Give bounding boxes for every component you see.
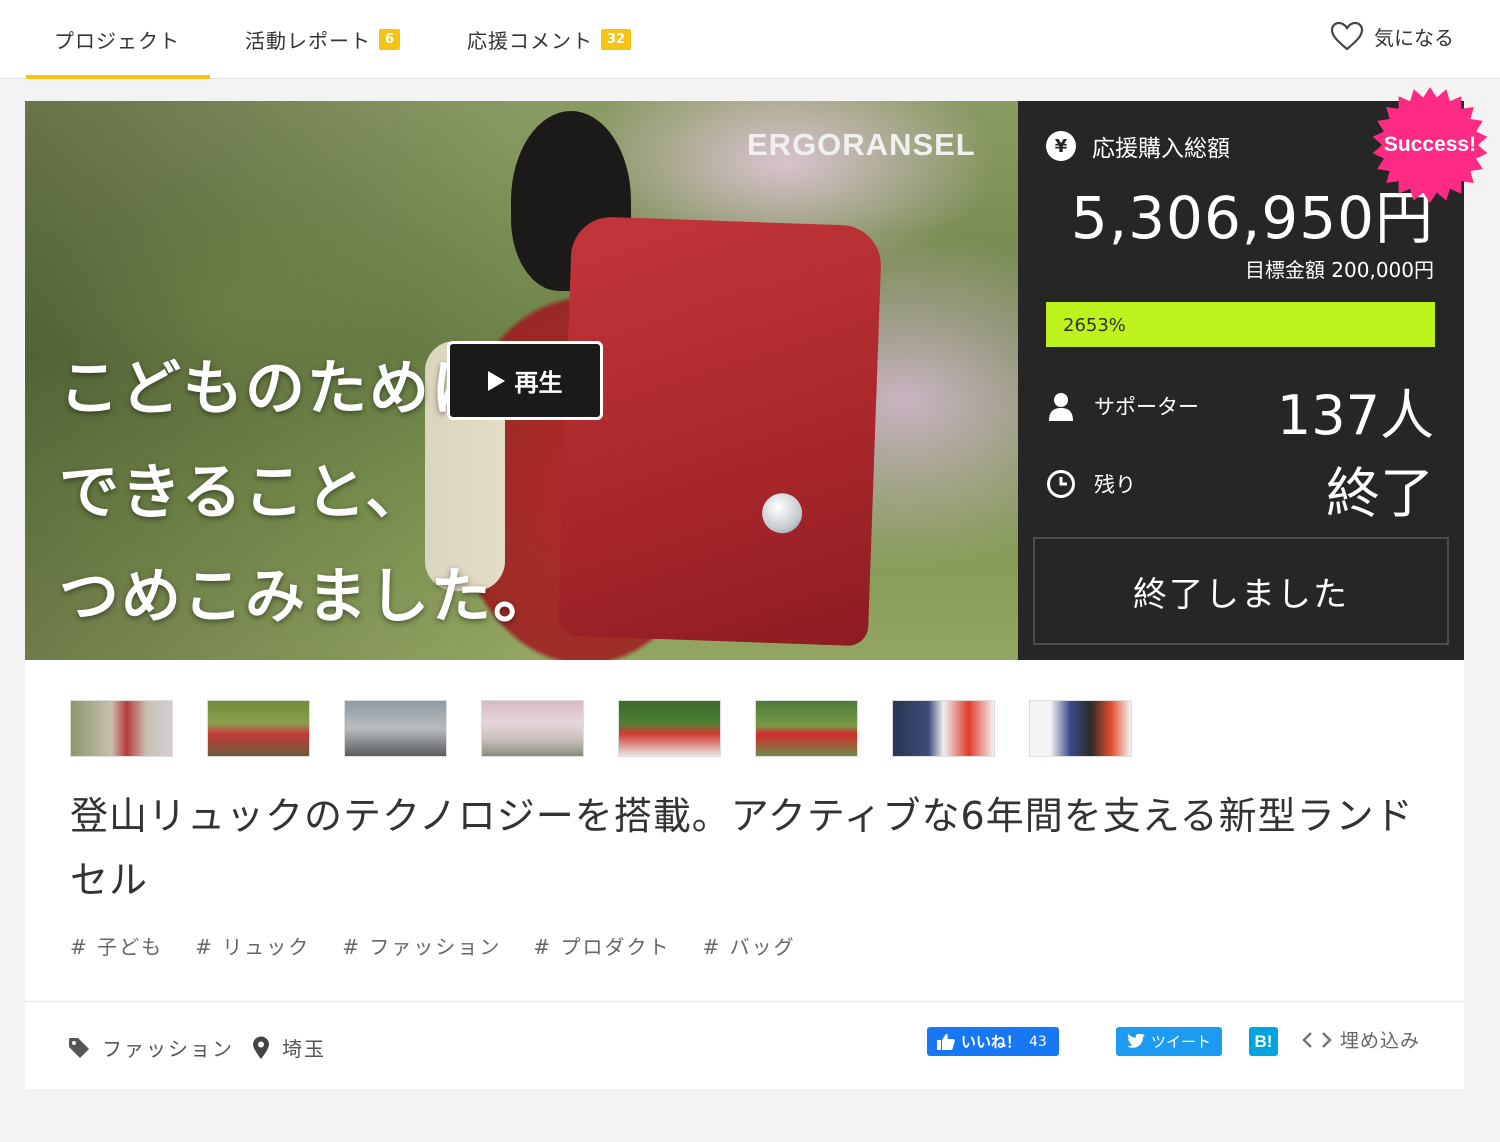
facebook-like-button[interactable]: いいね！ 43 — [927, 1027, 1059, 1056]
hatena-bookmark-button[interactable]: B! — [1249, 1027, 1278, 1056]
funding-stats-panel: ¥ 応援購入総額 5,306,950円 目標金額 200,000円 2653% … — [1018, 87, 1488, 660]
thumbnail-8[interactable] — [1029, 700, 1132, 757]
yen-icon: ¥ — [1046, 131, 1076, 161]
location-link[interactable]: 埼玉 — [252, 1033, 326, 1062]
thumbnail-7[interactable] — [892, 700, 995, 757]
tag-link[interactable]: # 子ども — [70, 931, 163, 960]
progress-bar: 2653% — [1046, 302, 1435, 347]
thumbnail-strip — [70, 700, 1166, 757]
tag-link[interactable]: # リュック — [195, 931, 310, 960]
embed-button[interactable]: 埋め込み — [1302, 1026, 1420, 1053]
thumbnail-3[interactable] — [344, 700, 447, 757]
tweet-button[interactable]: ツイート — [1116, 1027, 1222, 1056]
tab-project-label: プロジェクト — [54, 29, 180, 53]
tab-project[interactable]: プロジェクト — [26, 0, 210, 79]
tab-activity-report[interactable]: 活動レポート 6 — [245, 0, 401, 79]
thumbnail-2[interactable] — [207, 700, 310, 757]
tweet-label: ツイート — [1150, 1033, 1211, 1051]
thumbs-up-icon — [937, 1034, 955, 1050]
project-title: 登山リュックのテクノロジーを搭載。アクティブな6年間を支える新型ランドセル — [70, 794, 1414, 902]
code-brackets-icon — [1302, 1031, 1332, 1048]
tag-link[interactable]: # ファッション — [342, 931, 501, 960]
support-comments-count-badge: 32 — [601, 29, 632, 50]
play-button[interactable]: 再生 — [447, 341, 603, 420]
person-icon — [1046, 391, 1076, 421]
supporters-value: 137人 — [1276, 384, 1434, 447]
clock-icon — [1046, 469, 1076, 499]
ended-button[interactable]: 終了しました — [1033, 537, 1449, 645]
success-badge: Success! — [1370, 85, 1490, 205]
project-card: ERGORANSEL こどものために できること、 つめこみました。 再生 ¥ … — [25, 87, 1488, 1089]
location-label: 埼玉 — [282, 1037, 326, 1061]
thumbnail-5[interactable] — [618, 700, 721, 757]
play-label: 再生 — [514, 369, 563, 397]
favorite-label: 気になる — [1374, 25, 1454, 50]
play-icon — [487, 370, 505, 391]
favorite-button[interactable]: 気になる — [1330, 0, 1454, 72]
tag-link[interactable]: # バッグ — [703, 931, 796, 960]
thumbnail-1[interactable] — [70, 700, 173, 757]
hero-tagline-line-2: できること、 — [59, 458, 428, 528]
hero-video[interactable]: ERGORANSEL こどものために できること、 つめこみました。 再生 — [25, 101, 1018, 660]
thumbnail-6[interactable] — [755, 700, 858, 757]
tag-icon — [69, 1037, 89, 1058]
activity-report-count-badge: 6 — [379, 29, 401, 50]
supporters-label: サポーター — [1094, 395, 1199, 419]
embed-label: 埋め込み — [1340, 1030, 1421, 1052]
twitter-bird-icon — [1127, 1034, 1145, 1048]
total-amount-label: 応援購入総額 — [1092, 136, 1230, 162]
tag-list: # 子ども # リュック # ファッション # プロダクト # バッグ — [70, 931, 828, 960]
tag-link[interactable]: # プロダクト — [533, 931, 670, 960]
heart-icon — [1330, 21, 1364, 51]
location-pin-icon — [253, 1036, 269, 1059]
hero-brand-text: ERGORANSEL — [747, 127, 976, 162]
remaining-label: 残り — [1094, 473, 1136, 497]
divider — [25, 1001, 1464, 1002]
category-label: ファッション — [102, 1037, 234, 1061]
facebook-like-count: 43 — [1029, 1033, 1047, 1050]
tab-support-comments-label: 応援コメント — [467, 29, 593, 53]
goal-amount: 目標金額 200,000円 — [1244, 258, 1434, 282]
category-link[interactable]: ファッション — [68, 1033, 234, 1062]
success-badge-label: Success! — [1383, 133, 1477, 156]
total-amount-row: ¥ 応援購入総額 — [1046, 129, 1230, 163]
tab-support-comments[interactable]: 応援コメント 32 — [467, 0, 632, 79]
remaining-row: 残り — [1046, 469, 1136, 499]
top-navigation: プロジェクト 活動レポート 6 応援コメント 32 気になる — [0, 0, 1500, 79]
thumbnail-4[interactable] — [481, 700, 584, 757]
supporters-row: サポーター — [1046, 391, 1199, 421]
hero-tagline-line-3: つめこみました。 — [59, 562, 555, 632]
tab-activity-report-label: 活動レポート — [245, 29, 371, 53]
facebook-like-label: いいね！ — [961, 1033, 1022, 1051]
remaining-value: 終了 — [1326, 462, 1434, 525]
progress-percent: 2653% — [1063, 315, 1126, 336]
